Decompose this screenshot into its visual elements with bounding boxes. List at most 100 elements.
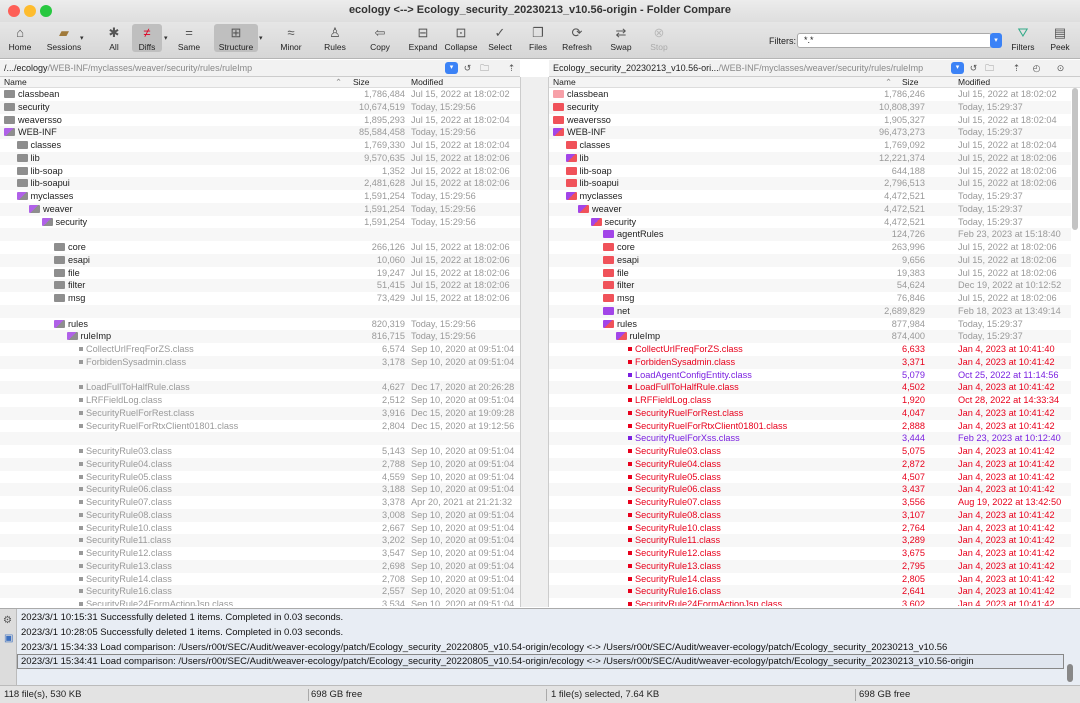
file-row[interactable]: LRFFieldLog.class 2,512 Sep 10, 2020 at 09… bbox=[0, 394, 520, 407]
log-line[interactable]: 2023/3/1 15:34:33 Load comparison: /User… bbox=[21, 641, 947, 655]
left-path-dropdown-chevron-icon[interactable]: ▾ bbox=[445, 62, 458, 74]
minor-button[interactable]: ≈ Minor bbox=[278, 24, 304, 52]
file-row[interactable]: SecurityRule11.class 3,289 Jan 4, 2023 at … bbox=[549, 534, 1071, 547]
filters-button[interactable]: ⛛ Filters bbox=[1008, 24, 1038, 52]
file-row[interactable]: SecurityRule06.class 3,437 Jan 4, 2023 at … bbox=[549, 483, 1071, 496]
right-history-back-icon[interactable]: ◴ bbox=[1030, 62, 1043, 74]
folder-row[interactable]: WEB-INF 85,584,458 Today, 15:29:56 bbox=[0, 126, 520, 139]
save-icon[interactable]: ▣ bbox=[4, 633, 13, 644]
file-row[interactable]: SecurityRule13.class 2,698 Sep 10, 2020 at… bbox=[0, 560, 520, 573]
right-history-icon[interactable]: ↺ bbox=[967, 62, 980, 74]
file-row[interactable]: CollectUrlFreqForZS.class 6,633 Jan 4, 202… bbox=[549, 343, 1071, 356]
file-row[interactable]: SecurityRule12.class 3,675 Jan 4, 2023 at … bbox=[549, 547, 1071, 560]
log-line[interactable]: 2023/3/1 15:34:41 Load comparison: /User… bbox=[21, 655, 974, 669]
file-row[interactable]: SecurityRule14.class 2,805 Jan 4, 2023 at … bbox=[549, 573, 1071, 586]
file-row[interactable]: SecurityRule06.class 3,188 Sep 10, 2020 at… bbox=[0, 483, 520, 496]
file-row[interactable]: ForbidenSysadmin.class 3,371 Jan 4, 2023 a… bbox=[549, 356, 1071, 369]
folder-row[interactable]: myclasses 4,472,521 Today, 15:29:37 bbox=[549, 190, 1071, 203]
right-navigate-icon[interactable]: ⊙ bbox=[1054, 62, 1067, 74]
file-row[interactable]: CollectUrlFreqForZS.class 6,574 Sep 10, 20… bbox=[0, 343, 520, 356]
folder-row[interactable]: ruleImp 816,715 Today, 15:29:56 bbox=[0, 330, 520, 343]
folder-row[interactable]: weaver 4,472,521 Today, 15:29:37 bbox=[549, 203, 1071, 216]
show-same-button[interactable]: = Same bbox=[176, 24, 202, 52]
folder-row[interactable]: WEB-INF 96,473,273 Today, 15:29:37 bbox=[549, 126, 1071, 139]
folder-row[interactable]: file 19,247 Jul 15, 2022 at 18:02:06 bbox=[0, 267, 520, 280]
folder-row[interactable]: rules 877,984 Today, 15:29:37 bbox=[549, 318, 1071, 331]
folder-row[interactable]: security 1,591,254 Today, 15:29:56 bbox=[0, 216, 520, 229]
folder-row[interactable]: net 2,689,829 Feb 18, 2023 at 13:49:14 bbox=[549, 305, 1071, 318]
file-row[interactable]: SecurityRule04.class 2,872 Jan 4, 2023 at … bbox=[549, 458, 1071, 471]
file-row[interactable]: SecurityRule16.class 2,641 Jan 4, 2023 at … bbox=[549, 585, 1071, 598]
show-diffs-button[interactable]: ≠ Diffs bbox=[132, 24, 162, 52]
file-row[interactable]: SecurityRule10.class 2,667 Sep 10, 2020 at… bbox=[0, 522, 520, 535]
file-row[interactable]: SecurityRule08.class 3,008 Sep 10, 2020 at… bbox=[0, 509, 520, 522]
folder-row[interactable]: msg 73,429 Jul 15, 2022 at 18:02:06 bbox=[0, 292, 520, 305]
expand-button[interactable]: ⊟ Expand bbox=[408, 24, 438, 52]
file-row[interactable]: LRFFieldLog.class 1,920 Oct 28, 2022 at 14… bbox=[549, 394, 1071, 407]
file-row[interactable]: SecurityRule08.class 3,107 Jan 4, 2023 at … bbox=[549, 509, 1071, 522]
close-window-button[interactable] bbox=[8, 5, 20, 17]
folder-row[interactable]: classes 1,769,330 Jul 15, 2022 at 18:02:04 bbox=[0, 139, 520, 152]
left-path[interactable]: /.../ecology/WEB-INF/myclasses/weaver/se… bbox=[4, 60, 442, 77]
sessions-button[interactable]: ▰ Sessions bbox=[44, 24, 84, 52]
file-row[interactable]: ForbidenSysadmin.class 3,178 Sep 10, 2020 … bbox=[0, 356, 520, 369]
file-row[interactable]: SecurityRule16.class 2,557 Sep 10, 2020 at… bbox=[0, 585, 520, 598]
folder-row[interactable]: core 266,126 Jul 15, 2022 at 18:02:06 bbox=[0, 241, 520, 254]
folder-row[interactable]: lib-soap 644,188 Jul 15, 2022 at 18:02:06 bbox=[549, 165, 1071, 178]
file-row[interactable]: SecurityRule07.class 3,378 Apr 20, 2021 at… bbox=[0, 496, 520, 509]
right-path[interactable]: Ecology_security_20230213_v10.56-ori.../… bbox=[553, 60, 948, 77]
log-line[interactable]: 2023/3/1 10:28:05 Successfully deleted 1… bbox=[21, 626, 343, 640]
right-browse-folder-icon[interactable]: 🗀 bbox=[983, 62, 996, 74]
rules-button[interactable]: ♙ Rules bbox=[322, 24, 348, 52]
gear-icon[interactable]: ⚙ bbox=[3, 615, 12, 626]
folder-row[interactable]: esapi 9,656 Jul 15, 2022 at 18:02:06 bbox=[549, 254, 1071, 267]
home-button[interactable]: ⌂ Home bbox=[6, 24, 34, 52]
diffs-dropdown-chevron-icon[interactable]: ▾ bbox=[164, 34, 168, 42]
folder-row[interactable]: security 10,808,397 Today, 15:29:37 bbox=[549, 101, 1071, 114]
file-row[interactable]: LoadFullToHalfRule.class 4,627 Dec 17, 202… bbox=[0, 381, 520, 394]
left-history-icon[interactable]: ↺ bbox=[461, 62, 474, 74]
right-up-folder-icon[interactable]: ⇡ bbox=[1010, 62, 1023, 74]
left-up-folder-icon[interactable]: ⇡ bbox=[505, 62, 518, 74]
filters-input[interactable]: *.* bbox=[797, 33, 992, 48]
folder-row[interactable]: agentRules 124,726 Feb 23, 2023 at 15:18:4… bbox=[549, 228, 1071, 241]
folder-row[interactable]: weaver 1,591,254 Today, 15:29:56 bbox=[0, 203, 520, 216]
folder-row[interactable]: weaversso 1,905,327 Jul 15, 2022 at 18:02:… bbox=[549, 114, 1071, 127]
file-row[interactable]: SecurityRuelForRtxClient01801.class 2,888… bbox=[549, 420, 1071, 433]
file-row[interactable]: SecurityRule11.class 3,202 Sep 10, 2020 at… bbox=[0, 534, 520, 547]
folder-row[interactable]: core 263,996 Jul 15, 2022 at 18:02:06 bbox=[549, 241, 1071, 254]
structure-dropdown-chevron-icon[interactable]: ▾ bbox=[259, 34, 263, 42]
folder-row[interactable]: classbean 1,786,246 Jul 15, 2022 at 18:02:… bbox=[549, 88, 1071, 101]
file-row[interactable]: SecurityRule05.class 4,559 Sep 10, 2020 at… bbox=[0, 471, 520, 484]
swap-button[interactable]: ⇄ Swap bbox=[608, 24, 634, 52]
folder-row[interactable]: weaversso 1,895,293 Jul 15, 2022 at 18:02:… bbox=[0, 114, 520, 127]
folder-row[interactable]: lib-soap 1,352 Jul 15, 2022 at 18:02:06 bbox=[0, 165, 520, 178]
filters-dropdown-chevron-icon[interactable]: ▾ bbox=[990, 33, 1002, 48]
file-row[interactable]: SecurityRule14.class 2,708 Sep 10, 2020 at… bbox=[0, 573, 520, 586]
folder-row[interactable]: security 10,674,519 Today, 15:29:56 bbox=[0, 101, 520, 114]
stop-button[interactable]: ⊗ Stop bbox=[648, 24, 670, 52]
folder-row[interactable]: msg 76,846 Jul 15, 2022 at 18:02:06 bbox=[549, 292, 1071, 305]
folder-row[interactable]: classbean 1,786,484 Jul 15, 2022 at 18:02:… bbox=[0, 88, 520, 101]
file-row[interactable]: SecurityRule24FormActionJsp.class 3,602 Ja… bbox=[549, 598, 1071, 606]
file-row[interactable]: LoadFullToHalfRule.class 4,502 Jan 4, 2023… bbox=[549, 381, 1071, 394]
sessions-dropdown-chevron-icon[interactable]: ▾ bbox=[80, 34, 84, 42]
copy-button[interactable]: ⇦ Copy bbox=[368, 24, 392, 52]
structure-button[interactable]: ⊞ Structure bbox=[214, 24, 258, 52]
file-row[interactable]: SecurityRule05.class 4,507 Jan 4, 2023 at … bbox=[549, 471, 1071, 484]
right-size-column-header[interactable]: Size bbox=[902, 77, 919, 88]
folder-row[interactable]: lib-soapui 2,796,513 Jul 15, 2022 at 18:02… bbox=[549, 177, 1071, 190]
file-row[interactable]: SecurityRule13.class 2,795 Jan 4, 2023 at … bbox=[549, 560, 1071, 573]
log-line[interactable]: 2023/3/1 10:15:31 Successfully deleted 1… bbox=[21, 611, 343, 625]
refresh-button[interactable]: ⟳ Refresh bbox=[560, 24, 594, 52]
file-row[interactable]: SecurityRuelForRest.class 3,916 Dec 15, 20… bbox=[0, 407, 520, 420]
file-row[interactable]: SecurityRule03.class 5,143 Sep 10, 2020 at… bbox=[0, 445, 520, 458]
file-row[interactable]: SecurityRule07.class 3,556 Aug 19, 2022 at… bbox=[549, 496, 1071, 509]
file-row[interactable]: LoadAgentConfigEntity.class 5,079 Oct 25, … bbox=[549, 369, 1071, 382]
select-button[interactable]: ✓ Select bbox=[486, 24, 514, 52]
folder-row[interactable]: file 19,383 Jul 15, 2022 at 18:02:06 bbox=[549, 267, 1071, 280]
file-row[interactable]: SecurityRuelForRtxClient01801.class 2,804… bbox=[0, 420, 520, 433]
folder-row[interactable]: rules 820,319 Today, 15:29:56 bbox=[0, 318, 520, 331]
log-scrollbar[interactable] bbox=[1067, 664, 1073, 682]
right-name-column-header[interactable]: Name bbox=[553, 77, 576, 88]
